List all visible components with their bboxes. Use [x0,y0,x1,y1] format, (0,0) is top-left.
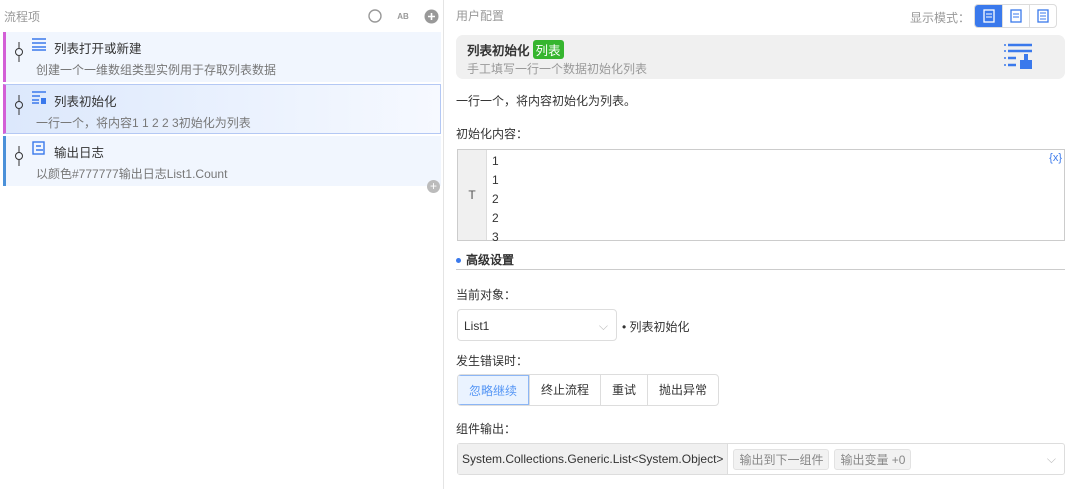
output-tag: 输出到下一组件 [733,448,830,470]
list-icon [32,38,46,51]
list-init-icon [32,91,46,104]
config-title: 用户配置 [456,9,505,23]
line: 2 [492,211,499,225]
option-retry[interactable]: 重试 [600,375,647,405]
mode-label: 显示模式： [910,11,971,25]
object-note: • 列表初始化 [622,320,690,334]
item-title: 输出日志 [54,146,105,160]
chevron-down-icon: ⌵ [598,319,608,333]
item-title: 列表初始化 [54,95,117,109]
mode-list-button[interactable] [1029,5,1056,27]
object-label: 当前对象： [456,288,517,302]
item-desc: 以颜色#777777输出日志List1.Count [36,167,228,181]
node-icon [15,95,23,115]
item-desc: 一行一个，将内容1 1 2 2 3初始化为列表 [36,116,251,130]
line: 1 [492,154,499,168]
output-label: 组件输出： [456,422,517,436]
add-step-icon[interactable]: + [427,180,440,193]
output-tag: 输出变量 +0 [834,448,912,470]
content-textarea[interactable]: T 1 1 2 2 3 {x} [457,149,1065,244]
flow-panel: 流程项 AB 列表打开或新建 创建一个一维数组类型实例用于存取列表数据 列表初始… [0,0,444,489]
add-icon[interactable] [423,8,439,24]
mode-switch [974,4,1057,28]
variable-button[interactable]: {x} [1049,152,1062,164]
search-icon[interactable] [367,8,383,24]
panel-title: 流程项 [4,9,41,24]
line: 2 [492,192,499,206]
advanced-section[interactable]: 高级设置 [456,251,1065,270]
log-icon [32,141,45,155]
output-select[interactable]: System.Collections.Generic.List<System.O… [457,443,1065,475]
category-badge: 列表 [532,40,564,59]
card-desc: 手工填写一行一个数据初始化列表 [467,62,648,76]
node-icon [15,146,23,166]
option-stop[interactable]: 终止流程 [529,375,600,405]
content-lines[interactable]: 1 1 2 2 3 [492,152,499,247]
object-select[interactable]: List1 ⌵ [457,309,617,341]
flow-item[interactable]: 列表打开或新建 创建一个一维数组类型实例用于存取列表数据 [3,32,441,82]
mode-compact-button[interactable] [1002,5,1029,27]
line: 1 [492,173,499,187]
option-throw[interactable]: 抛出异常 [647,375,718,405]
option-ignore[interactable]: 忽略继续 [458,375,530,405]
item-title: 列表打开或新建 [54,42,142,56]
component-card: 列表初始化 列表 手工填写一行一个数据初始化列表 [456,35,1065,79]
error-label: 发生错误时： [456,354,529,368]
content-label: 初始化内容： [456,127,529,141]
config-panel: 用户配置 显示模式： 列表初始化 列表 手工填写一行一个数据初始化列表 一行一个，… [445,0,1075,489]
spellcheck-icon[interactable]: AB [395,8,411,24]
intro-text: 一行一个，将内容初始化为列表。 [456,94,637,108]
line: 3 [492,230,499,244]
list-init-icon [1004,43,1032,69]
chevron-down-icon: ⌵ [1046,452,1056,466]
mode-full-button[interactable] [975,5,1002,27]
flow-item-selected[interactable]: 列表初始化 一行一个，将内容1 1 2 2 3初始化为列表 [3,84,441,134]
card-title: 列表初始化 [467,44,530,58]
error-options: 忽略继续 终止流程 重试 抛出异常 [457,374,720,406]
output-type: System.Collections.Generic.List<System.O… [458,444,729,474]
select-value: List1 [464,319,490,333]
text-type-marker: T [458,150,487,240]
node-icon [15,42,23,62]
flow-item[interactable]: 输出日志 以颜色#777777输出日志List1.Count [3,136,441,186]
item-desc: 创建一个一维数组类型实例用于存取列表数据 [36,63,277,77]
